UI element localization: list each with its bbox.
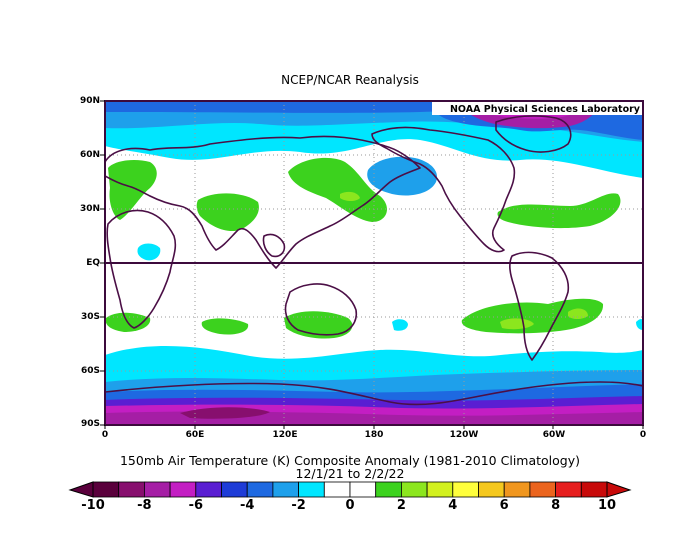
colorbar-swatch	[400, 481, 428, 498]
colorbar-swatch	[580, 481, 608, 498]
colorbar-swatch	[195, 481, 222, 498]
colorbar-swatch	[323, 481, 351, 498]
colorbar-tick-label: -8	[137, 498, 152, 513]
colorbar-swatch	[478, 481, 505, 498]
colorbar-tick-label: 10	[597, 498, 617, 513]
colorbar-tick-label: 8	[551, 498, 561, 513]
colorbar-tick-label: -4	[239, 498, 255, 513]
colorbar	[68, 481, 632, 498]
colorbar-tick-label: 0	[345, 498, 355, 513]
colorbar-swatch	[375, 481, 402, 498]
colorbar-tick-label: -10	[81, 498, 105, 513]
colorbar-swatch	[92, 481, 120, 498]
colorbar-swatch	[503, 481, 531, 498]
colorbar-tick-label: -6	[188, 498, 204, 513]
colorbar-tick-label: 6	[499, 498, 509, 513]
colorbar-swatches	[92, 481, 608, 498]
colorbar-swatch	[246, 481, 274, 498]
colorbar-swatch	[169, 481, 197, 498]
colorbar-swatch	[426, 481, 454, 498]
colorbar-swatch	[272, 481, 299, 498]
colorbar-swatch	[349, 481, 377, 498]
colorbar-swatch	[529, 481, 557, 498]
colorbar-tick-label: 2	[396, 498, 406, 513]
colorbar-tick-label: -2	[291, 498, 306, 513]
colorbar-swatch	[143, 481, 171, 498]
colorbar-tick-label: 4	[448, 498, 458, 513]
colorbar-right-arrow	[606, 481, 632, 498]
colorbar-swatch	[298, 481, 325, 498]
colorbar-swatch	[452, 481, 479, 498]
colorbar-left-arrow	[68, 481, 94, 498]
colorbar-swatch	[118, 481, 145, 498]
colorbar-swatch	[555, 481, 582, 498]
colorbar-swatch	[221, 481, 248, 498]
